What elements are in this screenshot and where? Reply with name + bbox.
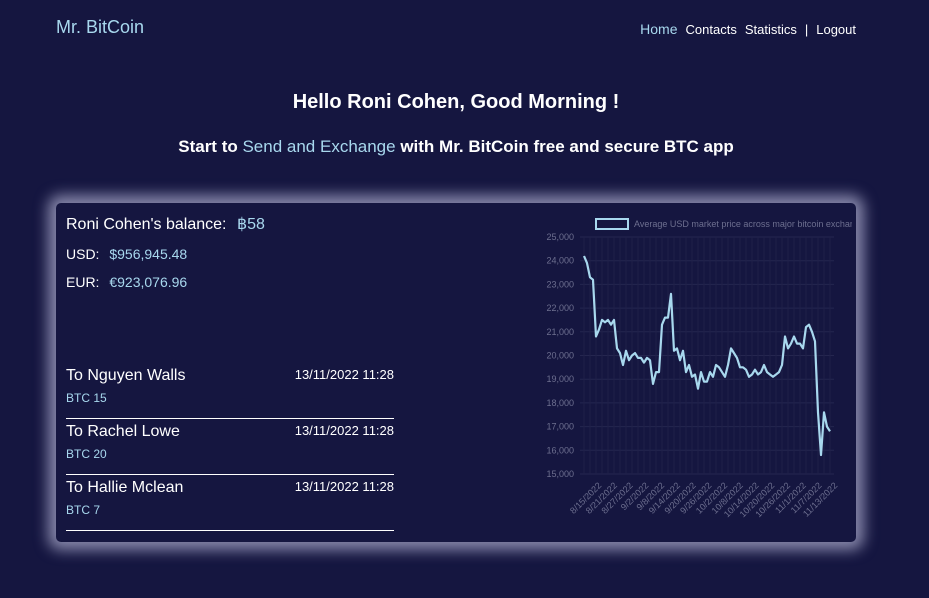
move-date: 13/11/2022 11:28 [294, 423, 394, 438]
tagline-suffix: with Mr. BitCoin free and secure BTC app [400, 137, 734, 156]
move-item[interactable]: To Hallie Mclean 13/11/2022 11:28 BTC 7 [66, 475, 394, 531]
greeting-heading: Hello Roni Cohen, Good Morning ! [292, 91, 620, 113]
btc-price-chart: Average USD market price across major bi… [546, 218, 852, 519]
y-tick-label: 23,000 [546, 279, 574, 289]
nav-separator: | [804, 21, 809, 37]
tagline-prefix: Start to [178, 137, 238, 156]
y-tick-label: 16,000 [546, 445, 574, 455]
move-date: 13/11/2022 11:28 [294, 479, 394, 494]
y-tick-label: 20,000 [546, 351, 574, 361]
usd-balance: USD: $956,945.48 [66, 246, 187, 262]
move-amount: BTC 15 [66, 391, 107, 405]
tagline-highlight: Send and Exchange [242, 137, 396, 156]
move-item[interactable]: To Rachel Lowe 13/11/2022 11:28 BTC 20 [66, 419, 394, 475]
y-tick-label: 21,000 [546, 327, 574, 337]
nav-contacts-link[interactable]: Contacts [686, 22, 737, 37]
y-tick-label: 17,000 [546, 422, 574, 432]
tagline: Start to Send and Exchange with Mr. BitC… [0, 137, 912, 157]
dashboard-card: Roni Cohen's balance: ฿58 USD: $956,945.… [56, 203, 856, 542]
nav-logout-link[interactable]: Logout [816, 22, 856, 37]
balance-btc-value: ฿58 [236, 216, 265, 233]
y-tick-label: 18,000 [546, 398, 574, 408]
move-recipient: To Nguyen Walls [66, 367, 186, 384]
moves-list: To Nguyen Walls 13/11/2022 11:28 BTC 15 … [66, 363, 394, 531]
main-nav: Home Contacts Statistics | Logout [640, 21, 856, 37]
legend-swatch [595, 218, 629, 230]
move-date: 13/11/2022 11:28 [294, 367, 394, 382]
balance-line: Roni Cohen's balance: ฿58 [66, 214, 265, 234]
eur-value: €923,076.96 [109, 274, 188, 290]
move-recipient: To Rachel Lowe [66, 423, 180, 440]
usd-label: USD: [66, 246, 100, 262]
balance-label: Roni Cohen's balance: [66, 216, 227, 233]
y-tick-label: 19,000 [546, 374, 574, 384]
app-logo[interactable]: Mr. BitCoin [56, 17, 144, 38]
y-tick-label: 24,000 [546, 256, 574, 266]
move-recipient: To Hallie Mclean [66, 479, 184, 496]
top-bar: Mr. BitCoin Home Contacts Statistics | L… [0, 0, 929, 60]
eur-balance: EUR: €923,076.96 [66, 274, 187, 290]
y-tick-label: 15,000 [546, 469, 574, 479]
nav-home-link[interactable]: Home [640, 21, 677, 37]
move-item[interactable]: To Nguyen Walls 13/11/2022 11:28 BTC 15 [66, 363, 394, 419]
move-amount: BTC 20 [66, 447, 107, 461]
eur-label: EUR: [66, 274, 100, 290]
legend-label: Average USD market price across major bi… [634, 219, 852, 229]
usd-value: $956,945.48 [109, 246, 188, 262]
nav-statistics-link[interactable]: Statistics [745, 22, 797, 37]
y-tick-label: 25,000 [546, 232, 574, 242]
move-amount: BTC 7 [66, 503, 101, 517]
y-tick-label: 22,000 [546, 303, 574, 313]
